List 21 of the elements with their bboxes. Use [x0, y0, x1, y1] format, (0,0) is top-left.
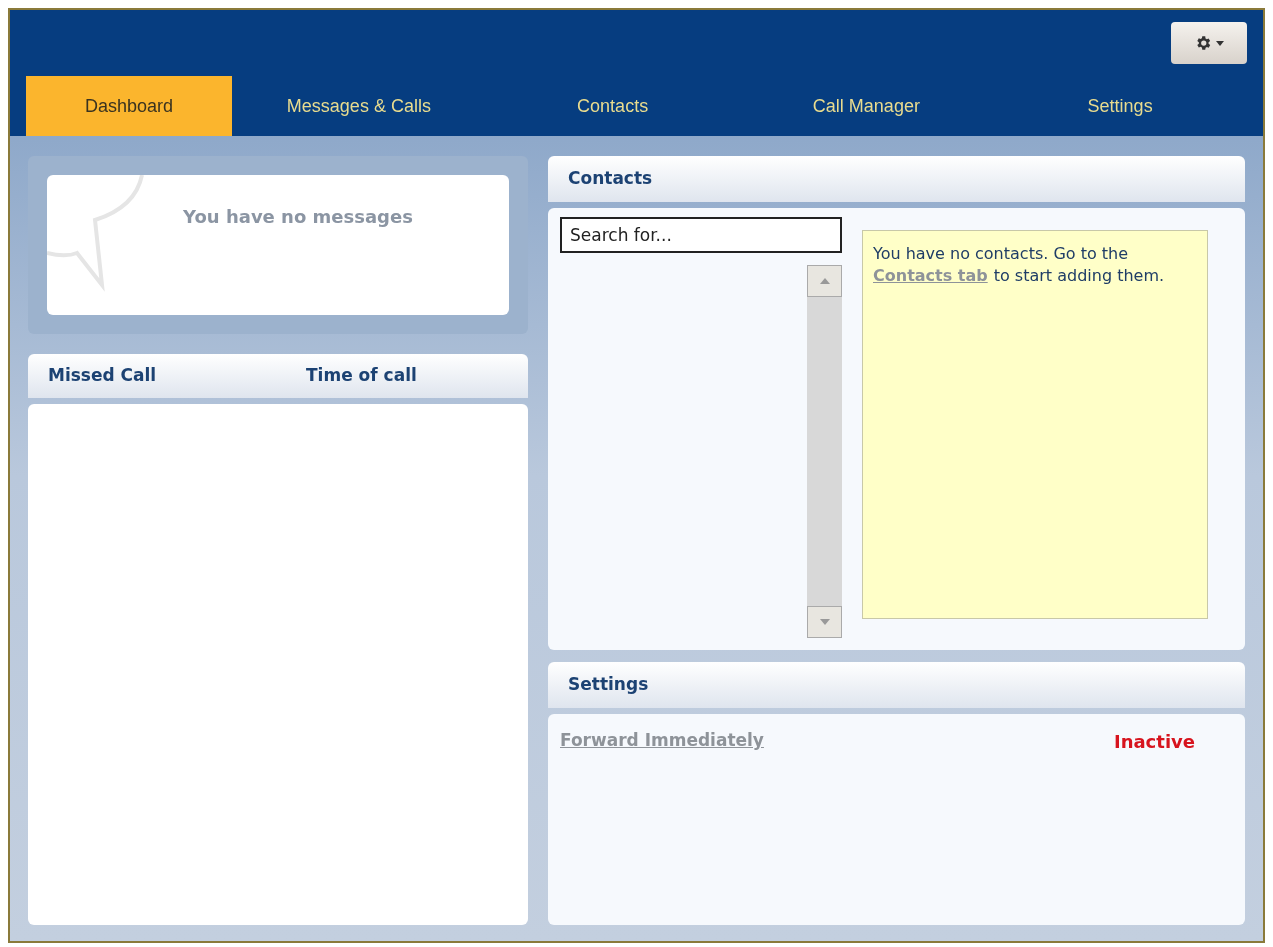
empty-message-text: You have no messages: [182, 205, 414, 229]
panel-header: Settings: [548, 662, 1245, 708]
down-arrow-icon: [819, 619, 830, 625]
status-text: Inactive: [1113, 730, 1195, 754]
column-header: Time of call: [306, 364, 417, 388]
caret-icon: [1216, 40, 1224, 46]
scroll-down-button[interactable]: [807, 606, 842, 638]
up-arrow-icon: [819, 278, 830, 284]
nav-tab[interactable]: Dashboard: [26, 76, 232, 136]
panel-header: Contacts: [548, 156, 1245, 202]
nav-tab[interactable]: Messages & Calls: [232, 76, 486, 136]
search-field[interactable]: Search for...: [560, 217, 842, 253]
nav-tab[interactable]: Call Manager: [739, 76, 994, 136]
scrollbar[interactable]: [807, 265, 842, 638]
nav-tab[interactable]: Settings: [993, 76, 1247, 136]
settings-menu-button[interactable]: [1171, 22, 1247, 64]
nav-tab[interactable]: Contacts: [485, 76, 740, 136]
column-header: Missed Call: [48, 364, 158, 388]
notice-text: to start adding them.: [993, 265, 1165, 288]
scroll-up-button[interactable]: [807, 265, 842, 297]
notice-text: You have no contacts. Go to the: [873, 243, 1129, 265]
